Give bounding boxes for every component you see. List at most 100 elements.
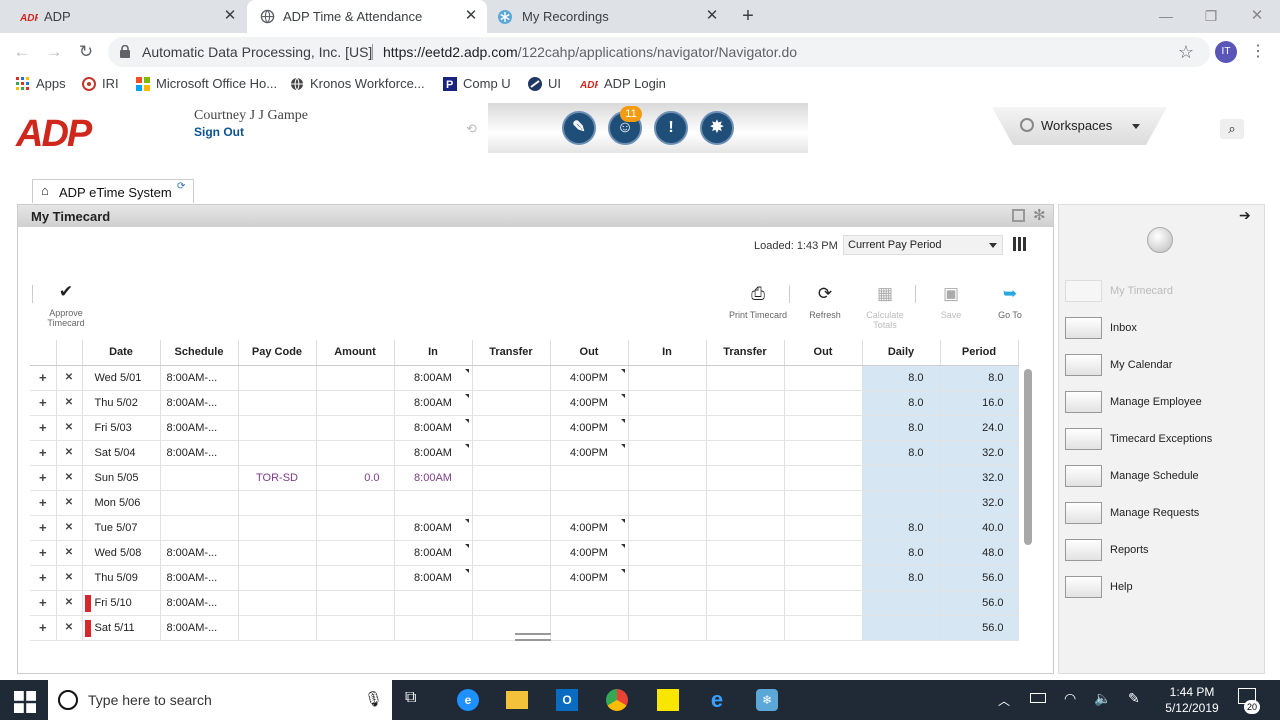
sign-out-link[interactable]: Sign Out [194, 125, 244, 139]
grid-cell[interactable]: 8.0 [862, 565, 941, 591]
chevron-up-icon[interactable]: ︿ [998, 692, 1010, 709]
grid-cell[interactable] [472, 440, 551, 466]
grid-cell[interactable] [316, 590, 395, 616]
windows-start-icon[interactable] [14, 691, 36, 713]
bookmark-adp-login[interactable]: ADP ADP Login [580, 76, 666, 91]
add-row-icon[interactable]: + [30, 615, 57, 641]
bookmark-star-icon[interactable]: ☆ [1175, 41, 1197, 63]
minimize-window-icon[interactable]: — [1156, 6, 1176, 26]
grid-cell[interactable] [628, 515, 707, 541]
calculate-totals-button[interactable]: ▦ Calculate Totals [855, 283, 915, 330]
grid-cell[interactable] [238, 365, 317, 391]
grid-cell[interactable] [784, 490, 863, 516]
grid-cell[interactable] [238, 390, 317, 416]
grid-cell[interactable]: 8:00AM-... [160, 540, 239, 566]
collapse-arrow-icon[interactable]: ➔ [1239, 207, 1251, 224]
add-row-icon[interactable]: + [30, 465, 57, 491]
grid-cell[interactable]: 32.0 [940, 465, 1019, 491]
grid-cell[interactable] [160, 465, 239, 491]
grid-cell[interactable] [628, 615, 707, 641]
task-view-icon[interactable]: ⧉ [405, 689, 427, 711]
grid-cell[interactable] [238, 565, 317, 591]
grid-cell[interactable] [784, 465, 863, 491]
workspaces-menu[interactable]: Workspaces [992, 107, 1167, 145]
grid-cell[interactable] [472, 515, 551, 541]
grid-cell[interactable]: 8:00AM [394, 365, 473, 391]
sidebar-item[interactable]: Manage Employee [1065, 391, 1202, 413]
grid-cell[interactable] [706, 490, 785, 516]
forward-icon[interactable]: → [43, 41, 65, 63]
col-header[interactable]: In [394, 340, 473, 366]
grid-cell[interactable] [160, 515, 239, 541]
reload-icon[interactable]: ↻ [75, 41, 97, 63]
address-bar[interactable]: Automatic Data Processing, Inc. [US] htt… [108, 37, 1210, 67]
grid-cell[interactable] [706, 440, 785, 466]
delete-row-icon[interactable]: ✕ [56, 415, 83, 441]
grid-cell[interactable]: Sat 5/04 [82, 440, 161, 466]
grid-cell[interactable]: 8:00AM [394, 565, 473, 591]
grid-cell[interactable]: 24.0 [940, 415, 1019, 441]
goto-button[interactable]: ➥ Go To [980, 283, 1040, 320]
grid-cell[interactable] [784, 615, 863, 641]
add-row-icon[interactable]: + [30, 390, 57, 416]
grid-cell[interactable] [862, 465, 941, 491]
grid-cell[interactable]: 0.0 [316, 465, 395, 491]
grid-cell[interactable] [628, 440, 707, 466]
edge-icon[interactable]: e [457, 689, 479, 711]
sidebar-item[interactable]: Reports [1065, 539, 1149, 561]
grid-cell[interactable] [628, 565, 707, 591]
grid-cell[interactable] [628, 415, 707, 441]
star-quick-icon[interactable]: ✸ [700, 111, 734, 145]
grid-cell[interactable] [784, 365, 863, 391]
snowflake-app-icon[interactable]: ❄ [756, 689, 778, 711]
refresh-session-icon[interactable]: ⟲ [466, 121, 477, 137]
grid-cell[interactable]: Mon 5/06 [82, 490, 161, 516]
browser-tab-recordings[interactable]: My Recordings ✕ [488, 0, 728, 33]
delete-row-icon[interactable]: ✕ [56, 590, 83, 616]
grid-cell[interactable]: 4:00PM [550, 415, 629, 441]
taskbar-search[interactable]: Type here to search 🎙 [48, 680, 392, 720]
url-text[interactable]: https://eetd2.adp.com/122cahp/applicatio… [383, 44, 797, 60]
sidebar-item[interactable]: Manage Requests [1065, 502, 1199, 524]
grid-cell[interactable] [472, 390, 551, 416]
grid-cell[interactable] [784, 390, 863, 416]
bookmark-compu[interactable]: P Comp U [443, 76, 511, 91]
grid-cell[interactable] [706, 415, 785, 441]
grid-cell[interactable] [238, 440, 317, 466]
grid-cell[interactable]: 4:00PM [550, 365, 629, 391]
grid-cell[interactable] [472, 590, 551, 616]
outlook-icon[interactable]: O [556, 689, 578, 711]
grid-cell[interactable] [784, 540, 863, 566]
col-header[interactable]: Amount [316, 340, 395, 366]
tab-refresh-icon[interactable]: ⟳ [177, 181, 185, 192]
delete-row-icon[interactable]: ✕ [56, 465, 83, 491]
timecard-quick-icon[interactable]: ✎ [562, 111, 596, 145]
grid-cell[interactable] [472, 540, 551, 566]
grid-cell[interactable]: Wed 5/01 [82, 365, 161, 391]
scrollbar-thumb[interactable] [1024, 369, 1032, 545]
grid-cell[interactable] [472, 365, 551, 391]
grid-cell[interactable] [472, 490, 551, 516]
grid-cell[interactable] [550, 615, 629, 641]
grid-cell[interactable] [784, 515, 863, 541]
add-row-icon[interactable]: + [30, 540, 57, 566]
delete-row-icon[interactable]: ✕ [56, 490, 83, 516]
grid-cell[interactable]: 8:00AM-... [160, 615, 239, 641]
grid-cell[interactable]: 4:00PM [550, 440, 629, 466]
col-header[interactable]: Daily [862, 340, 941, 366]
sticky-notes-icon[interactable] [657, 689, 679, 711]
wifi-icon[interactable]: ◠ [1064, 690, 1076, 707]
menu-kebab-icon[interactable]: ⋮ [1247, 41, 1269, 63]
grid-cell[interactable] [862, 490, 941, 516]
search-icon[interactable]: ⌕ [1220, 119, 1244, 139]
grid-cell[interactable]: 16.0 [940, 390, 1019, 416]
grid-cell[interactable]: 8.0 [940, 365, 1019, 391]
grid-cell[interactable]: 8:00AM [394, 540, 473, 566]
grid-cell[interactable] [394, 490, 473, 516]
grid-cell[interactable] [628, 540, 707, 566]
grid-cell[interactable]: 8.0 [862, 365, 941, 391]
grid-cell[interactable] [706, 590, 785, 616]
grid-cell[interactable]: 8:00AM-... [160, 590, 239, 616]
grid-cell[interactable] [628, 390, 707, 416]
add-row-icon[interactable]: + [30, 515, 57, 541]
